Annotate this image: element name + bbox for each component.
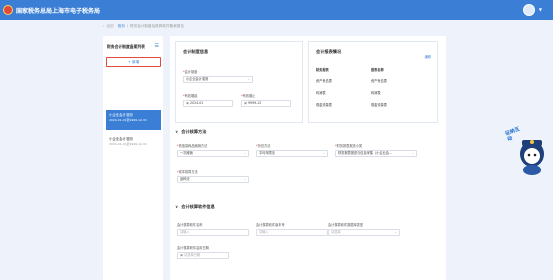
sidebar-title: 财务会计制度备案列表	[107, 44, 145, 49]
chevron-down-icon: ⌄	[411, 151, 414, 155]
report-item: 资产负债表	[371, 79, 387, 83]
section-header-software[interactable]: ∨ 会计核算软件信息	[175, 204, 215, 210]
breadcrumb-home[interactable]: 首页	[118, 24, 125, 29]
menu-icon[interactable]: ☰	[155, 43, 159, 49]
breadcrumb-separator: /	[126, 24, 129, 28]
field-label: 会计核算软件数据库类型	[328, 223, 364, 227]
field-label: 会计核算软件启用日期	[177, 246, 209, 250]
enable-date-picker[interactable]: ▣请选择日期	[177, 252, 229, 259]
field-label: *有效期止	[241, 94, 256, 98]
end-date-picker[interactable]: ▣9999-12	[241, 100, 291, 107]
database-type-select[interactable]: 请选择 ⌄	[328, 229, 400, 236]
field-label: *低值易耗品摊销方法	[177, 144, 208, 148]
field-label: *有效期起	[183, 94, 198, 98]
user-avatar[interactable]	[523, 4, 535, 16]
report-subtype-select[interactable]: 财务报表报送与信息采集（小企业会... ⌄	[335, 150, 417, 157]
service-assistant-mascot[interactable]: 征纳互动	[504, 124, 548, 180]
field-label: *会计制度	[183, 70, 198, 74]
breadcrumb-current: 财务会计制度及核算软件备案报告	[130, 23, 184, 28]
breadcrumb: ‹ 返回 首页 / 财务会计制度及核算软件备案报告	[103, 20, 553, 32]
tax-logo-icon	[3, 5, 13, 15]
chevron-down-icon: ∨	[175, 204, 179, 209]
report-header: 报表名称	[371, 68, 384, 72]
site-title: 国家税务总局上海市电子税务局	[16, 7, 101, 15]
report-item: 资产负债表	[316, 79, 332, 83]
field-label: *成本核算方法	[177, 170, 198, 174]
calendar-icon: ▣	[186, 101, 190, 105]
report-item: 现金流量表	[316, 103, 332, 107]
filing-list-sidebar: 财务会计制度备案列表 ☰ + 新增 小企业会计准则 2024-01-01至999…	[103, 36, 163, 280]
filing-list-item[interactable]: 小企业会计准则 2024-01-01至9999-12-31	[106, 134, 161, 154]
card-title: 会计制度信息	[183, 49, 209, 54]
filing-item-date: 2024-01-01至9999-12-31	[109, 142, 147, 146]
depreciation-method-select[interactable]: 平均年限法 ⌄	[256, 150, 328, 157]
filing-list-item[interactable]: 小企业会计准则 2024-01-01至9999-12-31	[106, 110, 161, 130]
report-item: 利润表	[371, 91, 381, 95]
field-label: 会计核算软件名称	[177, 223, 203, 227]
back-link[interactable]: 返回	[106, 24, 113, 29]
software-version-input[interactable]: 请输入	[256, 229, 328, 236]
field-label: *折旧方法	[256, 144, 271, 148]
report-item: 利润表	[316, 91, 326, 95]
chevron-down-icon: ⌄	[322, 151, 325, 155]
cost-method-select[interactable]: 品种法 ⌄	[177, 176, 249, 183]
back-arrow-icon[interactable]: ‹	[103, 24, 104, 28]
chevron-down-icon: ⌄	[247, 77, 250, 81]
card-title: 会计报表情况	[316, 49, 342, 54]
field-label: 会计核算软件版本号	[256, 223, 285, 227]
chevron-down-icon: ⌄	[394, 230, 397, 234]
chevron-down-icon: ⌄	[243, 177, 246, 181]
start-date-picker[interactable]: ▣2024-01	[183, 100, 233, 107]
calendar-icon: ▣	[244, 101, 248, 105]
field-label: *财务报表报送小类	[335, 144, 363, 148]
filing-item-date: 2024-01-01至9999-12-31	[109, 118, 147, 122]
accounting-standard-select[interactable]: 小企业会计准则 ⌄	[183, 76, 253, 83]
report-item: 现金流量表	[371, 103, 387, 107]
main-panel: 会计制度信息 *会计制度 小企业会计准则 ⌄ *有效期起 ▣2024-01 *有效…	[170, 36, 446, 280]
software-name-input[interactable]: 请输入	[177, 229, 249, 236]
financial-report-card: 会计报表情况 编辑 财务报表 报表名称 资产负债表 资产负债表 利润表 利润表 …	[308, 41, 438, 123]
chevron-down-icon: ∨	[175, 129, 179, 134]
accounting-rules-card: 会计制度信息 *会计制度 小企业会计准则 ⌄ *有效期起 ▣2024-01 *有效…	[175, 41, 303, 123]
chevron-down-icon: ⌄	[243, 151, 246, 155]
calendar-icon: ▣	[180, 253, 184, 257]
add-filing-button[interactable]: + 新增	[106, 57, 161, 67]
edit-link[interactable]: 编辑	[425, 54, 431, 59]
top-bar: 国家税务总局上海市电子税务局 ▼	[0, 0, 553, 20]
chevron-down-icon[interactable]: ▼	[539, 7, 542, 12]
report-header: 财务报表	[316, 68, 329, 72]
amortization-method-select[interactable]: 一次摊销 ⌄	[177, 150, 249, 157]
section-header-method[interactable]: ∨ 会计核算方法	[175, 129, 206, 135]
